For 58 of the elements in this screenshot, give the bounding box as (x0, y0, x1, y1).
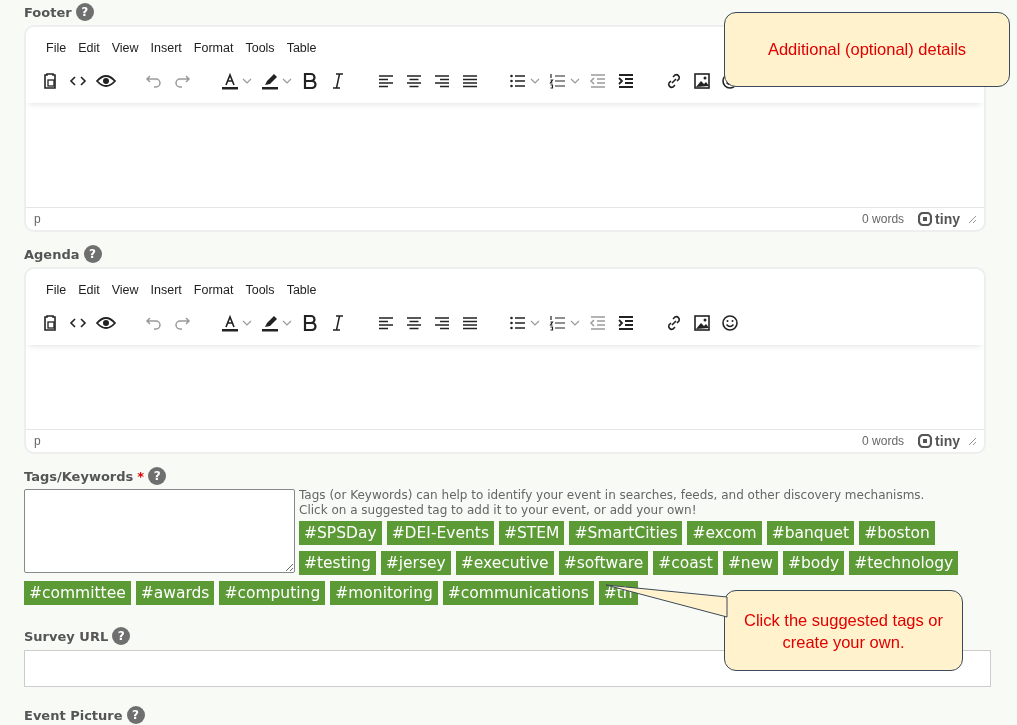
help-icon[interactable]: ? (83, 245, 102, 263)
required-mark: * (137, 468, 145, 484)
tag-chip[interactable]: #technology (849, 551, 959, 575)
tag-chip[interactable]: #jersey (380, 551, 451, 575)
tag-chip[interactable]: #awards (135, 581, 215, 605)
menu-item[interactable]: File (40, 41, 73, 55)
menu-item[interactable]: Insert (144, 283, 188, 297)
tag-chip[interactable]: #excom (687, 521, 762, 545)
menu-item[interactable]: Format (187, 283, 240, 297)
tag-chip[interactable]: #SPSDay (299, 521, 382, 545)
menu-item[interactable]: Tools (239, 41, 281, 55)
resize-grip-icon[interactable] (968, 437, 976, 445)
element-path[interactable]: p (34, 434, 41, 448)
help-text: Click on a suggested tag to add it to your event, or add your own! (298, 503, 698, 518)
brand-logo[interactable]: tiny (918, 433, 960, 449)
menu-item[interactable]: Edit (72, 41, 106, 55)
tag-chip[interactable]: #monitoring (330, 581, 438, 605)
callout-text: Click the suggested tags or create your own. (743, 609, 944, 653)
field-label: Event Picture (24, 707, 123, 723)
tag-chip[interactable]: #new (722, 551, 778, 575)
tag-chip[interactable]: #coast (653, 551, 718, 575)
field-label: Tags/Keywords (24, 468, 134, 484)
resize-grip-icon[interactable] (968, 215, 976, 223)
tag-chip[interactable]: #communications (442, 581, 594, 605)
help-icon[interactable]: ? (112, 627, 131, 645)
tag-chip[interactable]: #DEI-Events (386, 521, 494, 545)
menu-item[interactable]: Table (280, 283, 323, 297)
word-count[interactable]: 0 words (862, 212, 905, 226)
menu-item[interactable]: Edit (72, 283, 106, 297)
menu-item[interactable]: Format (187, 41, 240, 55)
help-icon[interactable]: ? (126, 706, 145, 724)
tag-chip[interactable]: #committee (24, 581, 131, 605)
help-icon[interactable]: ? (75, 3, 94, 21)
brand-logo[interactable]: tiny (918, 211, 960, 227)
menu-item[interactable]: Insert (144, 41, 188, 55)
element-path[interactable]: p (34, 212, 41, 226)
tag-chip[interactable]: #computing (219, 581, 326, 605)
menu-item[interactable]: Tools (239, 283, 281, 297)
callout-text: Additional (optional) details (767, 40, 967, 59)
tag-chip[interactable]: #body (782, 551, 845, 575)
tag-chip[interactable]: #testing (299, 551, 376, 575)
tag-chip[interactable]: #SmartCities (569, 521, 683, 545)
help-text: Tags (or Keywords) can help to identify your event in searches, feeds, and other discovery mechanisms. (298, 488, 926, 503)
help-icon[interactable]: ? (148, 467, 167, 485)
tags-input[interactable] (24, 489, 295, 573)
word-count[interactable]: 0 words (862, 434, 905, 448)
menu-item[interactable]: File (40, 283, 73, 297)
menu-item[interactable]: View (105, 283, 145, 297)
field-label: Footer (24, 4, 72, 20)
tag-chip[interactable]: #executive (455, 551, 554, 575)
tag-chip[interactable]: #software (558, 551, 649, 575)
tag-chip[interactable]: #STEM (499, 521, 565, 545)
tag-chip[interactable]: #boston (859, 521, 935, 545)
field-label: Agenda (24, 246, 80, 262)
tag-chip[interactable]: #banquet (766, 521, 855, 545)
field-label: Survey URL (24, 628, 109, 644)
menu-item[interactable]: Table (280, 41, 323, 55)
menu-item[interactable]: View (105, 41, 145, 55)
